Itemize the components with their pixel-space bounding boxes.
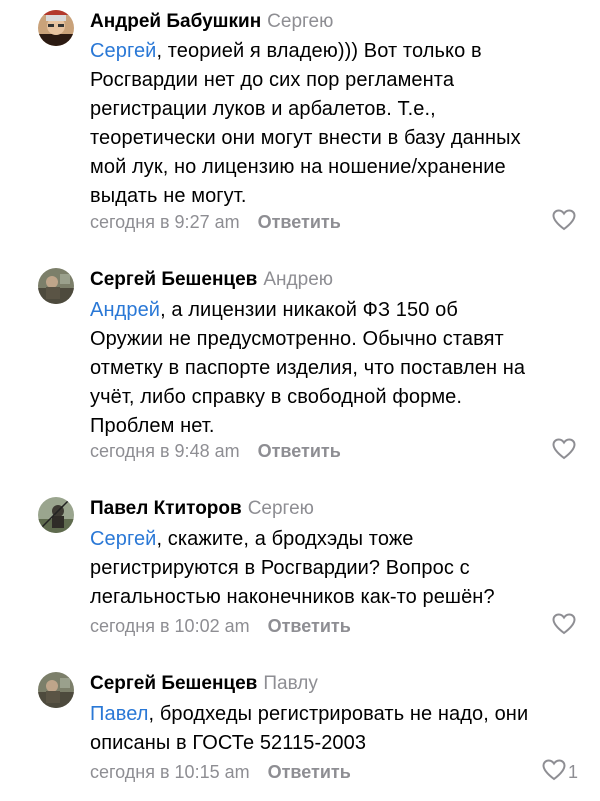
like-button[interactable]: [552, 208, 578, 236]
comment-line: , а лицензии никакой ФЗ 150 об: [160, 299, 458, 321]
mention-link[interactable]: Андрей: [90, 299, 160, 321]
reply-to[interactable]: Сергею: [267, 11, 333, 32]
reply-button[interactable]: Ответить: [268, 762, 351, 782]
comment-line: легальностью наконечников как-то решён?: [90, 586, 495, 608]
avatar[interactable]: [38, 672, 74, 708]
comment-line: мой лук, но лицензию на ношение/хранение: [90, 156, 506, 178]
reply-button[interactable]: Ответить: [258, 212, 341, 232]
comment-line: Проблем нет.: [90, 415, 215, 437]
author-name[interactable]: Павел Ктиторов: [90, 498, 242, 519]
comment-header: Павел Ктиторов Сергею: [90, 497, 314, 521]
heart-outline-icon: [542, 758, 566, 786]
comment-text: Сергей, теорией я владею))) Вот только в…: [90, 37, 590, 211]
heart-outline-icon: [552, 612, 576, 640]
comment-line: описаны в ГОСТе 52115-2003: [90, 732, 367, 754]
comment-text: Сергей, скажите, а бродхэды тоже регистр…: [90, 525, 590, 612]
comment-line: регистрируются в Росгвардии? Вопрос с: [90, 557, 470, 579]
reply-to[interactable]: Сергею: [248, 498, 314, 519]
avatar[interactable]: [38, 497, 74, 533]
like-button[interactable]: [552, 612, 578, 640]
comment-text: Андрей, а лицензии никакой ФЗ 150 об Ору…: [90, 296, 590, 441]
comment-header: Андрей Бабушкин Сергею: [90, 10, 333, 34]
comment-line: учёт, либо справку в свободной форме.: [90, 386, 463, 408]
heart-outline-icon: [552, 208, 576, 236]
comment-text: Павел, бродхеды регистрировать не надо, …: [90, 700, 590, 758]
comment-meta: сегодня в 9:27 am Ответить: [90, 210, 341, 234]
comment-line: , скажите, а бродхэды тоже: [156, 528, 414, 550]
timestamp: сегодня в 9:48 am: [90, 441, 240, 461]
comment-line: регистрации луков и арбалетов. Т.е.,: [90, 98, 436, 120]
like-count: 1: [567, 761, 578, 782]
comment-meta: сегодня в 10:02 am Ответить: [90, 614, 351, 638]
comment-line: отметку в паспорте изделия, что поставле…: [90, 357, 526, 379]
reply-button[interactable]: Ответить: [258, 441, 341, 461]
author-name[interactable]: Сергей Бешенцев: [90, 673, 257, 694]
timestamp: сегодня в 10:02 am: [90, 616, 250, 636]
author-name[interactable]: Андрей Бабушкин: [90, 11, 261, 32]
reply-to[interactable]: Павлу: [263, 673, 317, 694]
heart-outline-icon: [552, 437, 576, 465]
timestamp: сегодня в 10:15 am: [90, 762, 250, 782]
comment-line: Росгвардии нет до сих пор регламента: [90, 69, 455, 91]
comment-line: Оружии не предусмотренно. Обычно ставят: [90, 328, 504, 350]
comment-line: выдать не могут.: [90, 185, 247, 207]
reply-button[interactable]: Ответить: [268, 616, 351, 636]
comment-meta: сегодня в 10:15 am Ответить: [90, 760, 351, 784]
comment-header: Сергей Бешенцев Павлу: [90, 672, 318, 696]
avatar[interactable]: [38, 268, 74, 304]
avatar[interactable]: [38, 10, 74, 46]
like-button[interactable]: 1: [542, 758, 578, 786]
timestamp: сегодня в 9:27 am: [90, 212, 240, 232]
mention-link[interactable]: Сергей: [90, 528, 156, 550]
like-button[interactable]: [552, 437, 578, 465]
reply-to[interactable]: Андрею: [263, 269, 333, 290]
mention-link[interactable]: Сергей: [90, 40, 156, 62]
mention-link[interactable]: Павел: [90, 703, 149, 725]
comment-meta: сегодня в 9:48 am Ответить: [90, 439, 341, 463]
comment-line: , бродхеды регистрировать не надо, они: [148, 703, 529, 725]
comment-line: , теорией я владею))) Вот только в: [156, 40, 482, 62]
comment-header: Сергей Бешенцев Андрею: [90, 268, 333, 292]
comment-line: теоретически они могут внести в базу дан…: [90, 127, 521, 149]
author-name[interactable]: Сергей Бешенцев: [90, 269, 257, 290]
